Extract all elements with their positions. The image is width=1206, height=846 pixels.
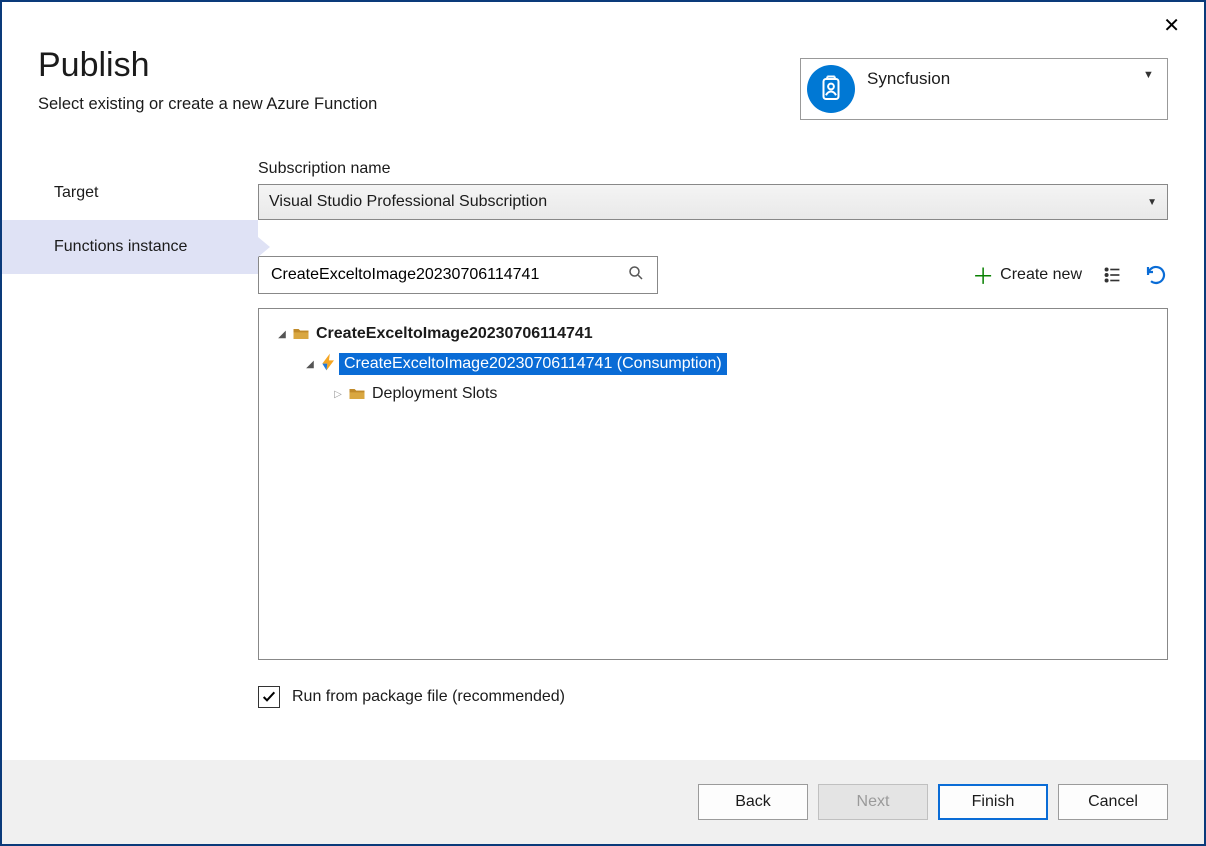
deployment-slots-node[interactable]: Deployment Slots (367, 383, 502, 405)
plus-icon: ＋ (972, 259, 994, 291)
run-from-package-label: Run from package file (recommended) (292, 688, 565, 706)
resource-tree[interactable]: ◢ CreateExceltoImage20230706114741 ◢ Cre… (258, 308, 1168, 660)
next-button: Next (818, 784, 928, 820)
cancel-button[interactable]: Cancel (1058, 784, 1168, 820)
search-input[interactable] (269, 265, 627, 285)
expander-icon[interactable]: ◢ (301, 359, 319, 370)
create-new-label: Create new (1000, 266, 1082, 284)
folder-icon (347, 384, 367, 404)
chevron-down-icon: ▼ (1147, 197, 1157, 208)
subscription-dropdown[interactable]: Visual Studio Professional Subscription … (258, 184, 1168, 220)
subscription-value: Visual Studio Professional Subscription (269, 193, 547, 211)
dialog-footer: Back Next Finish Cancel (2, 760, 1204, 844)
page-title: Publish (38, 46, 377, 85)
main-panel: Subscription name Visual Studio Professi… (258, 160, 1204, 760)
view-options-icon[interactable] (1102, 264, 1124, 286)
dialog-header: Publish Select existing or create a new … (2, 2, 1204, 120)
resource-group-node[interactable]: CreateExceltoImage20230706114741 (311, 323, 598, 345)
sidebar-item-label: Target (54, 184, 98, 202)
run-from-package-checkbox[interactable] (258, 686, 280, 708)
finish-button[interactable]: Finish (938, 784, 1048, 820)
folder-icon (291, 324, 311, 344)
back-button[interactable]: Back (698, 784, 808, 820)
expander-icon[interactable]: ◢ (273, 329, 291, 340)
chevron-down-icon[interactable]: ▼ (1143, 63, 1161, 81)
search-icon[interactable] (627, 264, 647, 287)
expander-icon[interactable]: ▷ (329, 389, 347, 400)
wizard-sidebar: Target Functions instance (2, 160, 258, 760)
account-selector[interactable]: Syncfusion ▼ (800, 58, 1168, 120)
publish-dialog: ✕ Publish Select existing or create a ne… (0, 0, 1206, 846)
sidebar-item-label: Functions instance (54, 238, 187, 256)
account-badge-icon (807, 65, 855, 113)
create-new-button[interactable]: ＋ Create new (972, 259, 1082, 291)
refresh-icon[interactable] (1144, 263, 1168, 287)
function-app-icon (319, 352, 339, 377)
sidebar-item-target[interactable]: Target (2, 166, 258, 220)
search-input-container[interactable] (258, 256, 658, 294)
subscription-label: Subscription name (258, 160, 1168, 178)
close-icon[interactable]: ✕ (1163, 16, 1180, 36)
account-name: Syncfusion (867, 67, 1131, 89)
function-app-node[interactable]: CreateExceltoImage20230706114741 (Consum… (339, 353, 727, 375)
sidebar-item-functions-instance[interactable]: Functions instance (2, 220, 258, 274)
page-subtitle: Select existing or create a new Azure Fu… (38, 95, 377, 114)
